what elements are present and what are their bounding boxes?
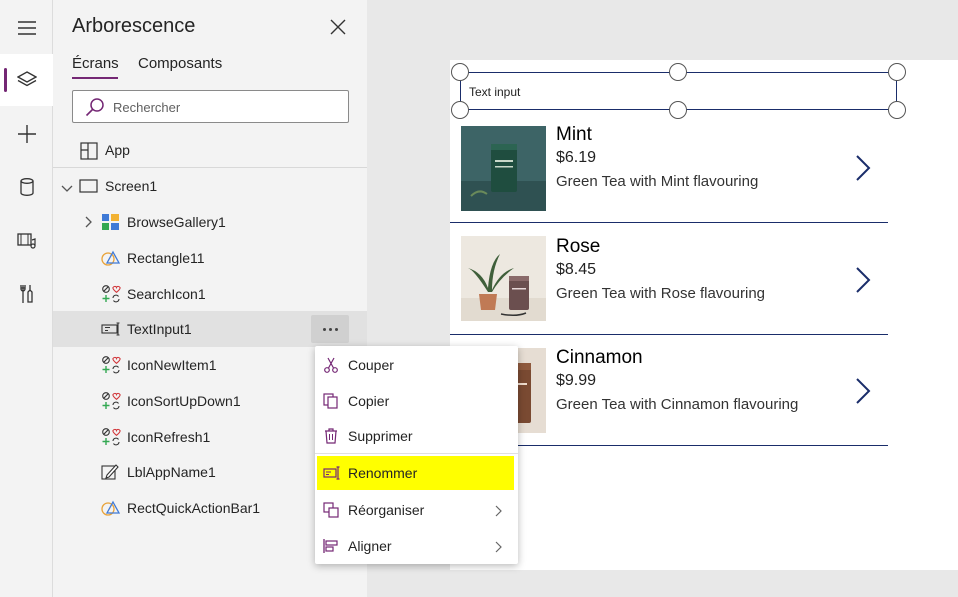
shape-icon [101,499,121,517]
resize-handle[interactable] [669,101,687,119]
tree-item-label: RectQuickActionBar1 [127,500,261,516]
left-rail [0,0,53,597]
chevron-right-icon [495,504,503,522]
close-icon[interactable] [328,17,348,37]
database-icon[interactable] [0,161,53,213]
menu-item-rename[interactable]: Renommer [317,456,514,490]
tree-item-label: Screen1 [105,178,158,194]
gallery-icon [101,213,121,231]
reorder-icon [323,502,339,518]
menu-item-label: Supprimer [348,428,413,444]
icon-control-icon [101,392,121,410]
tab-active-indicator [72,77,118,79]
text-input-icon [101,320,121,338]
tree-item-label: SearchIcon1 [127,286,206,302]
chevron-down-icon[interactable] [61,180,73,198]
menu-item-cut[interactable]: Couper [315,348,518,382]
screen-icon [79,177,99,195]
tree-item-label: IconRefresh1 [127,429,211,445]
media-icon[interactable] [0,215,53,267]
menu-item-label: Couper [348,357,394,373]
rename-icon [323,465,340,481]
dot [328,327,332,331]
menu-item-label: Réorganiser [348,502,425,518]
trash-icon [323,428,339,444]
gallery-item[interactable]: Rose $8.45 Green Tea with Rose flavourin… [450,224,888,335]
label-edit-icon [101,463,121,481]
icon-control-icon [101,428,121,446]
product-name: Mint [556,124,592,145]
product-name: Cinnamon [556,347,643,368]
dot [334,327,338,331]
tools-icon[interactable] [0,268,53,320]
product-price: $6.19 [556,149,597,166]
tree-item-app[interactable]: App [72,138,352,164]
tree-item-browsegallery1[interactable]: BrowseGallery1 [53,204,367,240]
dot [322,327,326,331]
chevron-right-icon[interactable] [85,215,93,233]
hamburger-menu-icon[interactable] [0,2,53,54]
menu-item-label: Renommer [348,465,418,481]
menu-item-copy[interactable]: Copier [315,384,518,418]
product-image [461,126,546,211]
tree-item-textinput1[interactable]: TextInput1 [53,311,367,347]
copy-icon [323,393,339,409]
resize-handle[interactable] [451,63,469,81]
menu-item-label: Aligner [348,538,392,554]
shape-icon [101,249,121,267]
product-image [461,236,546,321]
search-icon [85,97,105,122]
tree-item-label: IconSortUpDown1 [127,393,241,409]
menu-item-label: Copier [348,393,390,409]
app-canvas: Mint $6.19 Green Tea with Mint flavourin… [450,60,958,570]
menu-separator [315,453,518,454]
product-name: Rose [556,236,601,257]
panel-title: Arborescence [72,15,196,37]
menu-item-delete[interactable]: Supprimer [315,419,518,453]
menu-item-align[interactable]: Aligner [315,529,518,563]
scissors-icon [323,357,339,373]
icon-control-icon [101,285,121,303]
gallery-item[interactable]: Mint $6.19 Green Tea with Mint flavourin… [450,112,888,223]
tab-screens[interactable]: Écrans [72,55,119,72]
product-price: $8.45 [556,261,597,278]
tree-item-label: LblAppName1 [127,464,216,480]
tree-item-label: TextInput1 [127,321,192,337]
tree-item-rectangle11[interactable]: Rectangle11 [53,240,367,276]
tree-item-label: BrowseGallery1 [127,214,226,230]
chevron-right-icon[interactable] [855,154,871,187]
layers-icon[interactable] [0,54,53,106]
search-box[interactable] [72,90,349,123]
resize-handle[interactable] [669,63,687,81]
plus-icon[interactable] [0,108,53,160]
more-options-button[interactable] [311,315,349,343]
tree-item-label: Rectangle11 [127,250,205,266]
chevron-right-icon[interactable] [855,266,871,299]
text-input-value: Text input [469,85,521,99]
tree-item-searchicon1[interactable]: SearchIcon1 [53,276,367,312]
menu-item-reorder[interactable]: Réorganiser [315,493,518,527]
product-description: Green Tea with Cinnamon flavouring [556,396,799,413]
icon-control-icon [101,356,121,374]
resize-handle[interactable] [888,63,906,81]
chevron-right-icon [495,540,503,558]
align-icon [323,538,339,554]
tree-item-screen1[interactable]: Screen1 [53,168,367,204]
product-description: Green Tea with Rose flavouring [556,285,766,302]
tree-item-label: IconNewItem1 [127,357,217,373]
product-description: Green Tea with Mint flavouring [556,173,759,190]
resize-handle[interactable] [888,101,906,119]
app-label: App [105,142,130,158]
tab-components[interactable]: Composants [138,55,222,72]
chevron-right-icon[interactable] [855,377,871,410]
context-menu: Couper Copier Supprimer Renommer Réorgan… [315,346,518,564]
app-icon [80,142,98,165]
search-input[interactable] [113,97,333,117]
resize-handle[interactable] [451,101,469,119]
product-price: $9.99 [556,372,597,389]
